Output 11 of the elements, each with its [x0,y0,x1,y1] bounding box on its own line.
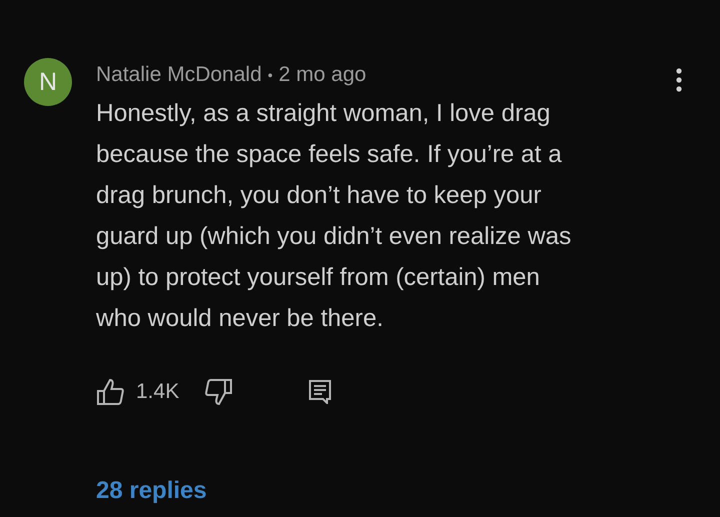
more-options-icon[interactable] [676,68,682,92]
comment-time: 2 mo ago [278,63,366,87]
replies-link[interactable]: 28 replies [96,477,207,505]
thumbs-up-icon[interactable] [96,378,124,406]
reply-icon[interactable] [309,380,332,404]
author-name: Natalie McDonald [96,63,262,87]
avatar[interactable]: N [24,58,72,106]
comment-text: Honestly, as a straight woman, I love drag because the space feels safe. If you’re at a drag brunch, you don’t have to keep your guard up (which you didn’t even realize was up) to protect yourself from (certain) men who would never be there. [96,99,572,334]
like-count: 1.4K [136,380,180,404]
separator-dot: • [268,67,273,83]
thumbs-down-icon[interactable] [205,378,234,406]
